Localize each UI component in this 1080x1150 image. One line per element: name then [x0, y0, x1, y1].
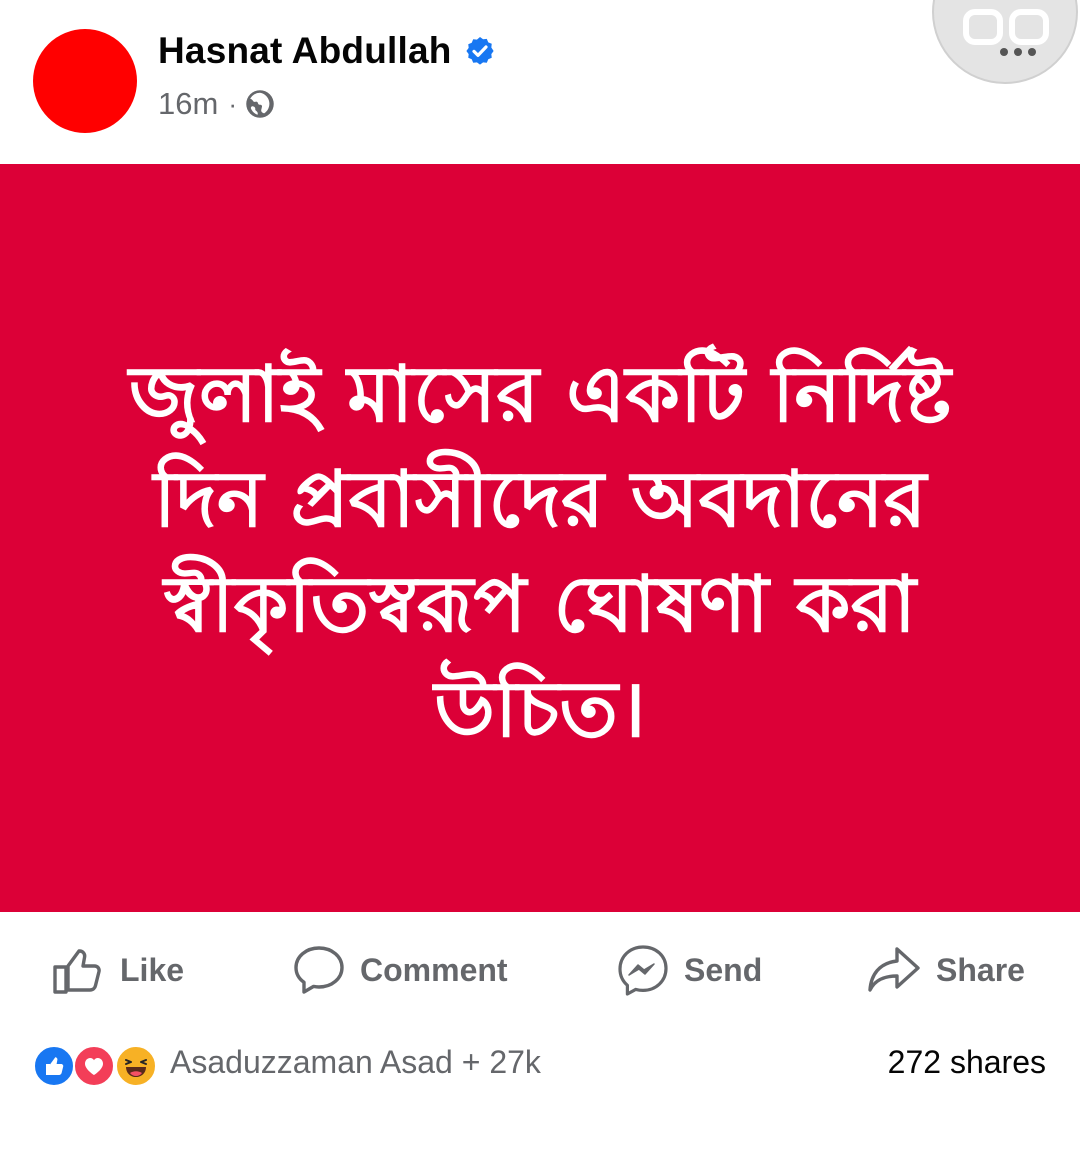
- author-name[interactable]: Hasnat Abdullah: [158, 30, 452, 72]
- post-meta: 16m ·: [158, 82, 275, 126]
- post-header: Hasnat Abdullah 16m ·: [0, 0, 1080, 164]
- send-button[interactable]: Send: [616, 930, 762, 1010]
- post-stats: Asaduzzaman Asad + 27k 272 shares: [0, 1036, 1080, 1096]
- haha-reaction-icon: [115, 1045, 157, 1087]
- post-text-line: উচিত।: [434, 665, 646, 755]
- action-bar: Like Comment Send Share: [0, 930, 1080, 1010]
- comment-label: Comment: [360, 951, 508, 988]
- messenger-icon: [618, 945, 668, 996]
- like-button[interactable]: Like: [52, 930, 184, 1010]
- reaction-icons[interactable]: [33, 1045, 163, 1087]
- post-text-line: জুলাই মাসের একটি নির্দিষ্ট: [129, 350, 951, 440]
- shares-count[interactable]: 272 shares: [888, 1044, 1046, 1081]
- post-time[interactable]: 16m: [158, 86, 218, 122]
- like-reaction-icon: [33, 1045, 75, 1087]
- post-image-text: জুলাই মাসের একটি নির্দিষ্ট দিন প্রবাসীদে…: [100, 343, 980, 763]
- share-label: Share: [936, 951, 1025, 988]
- more-options-button[interactable]: [932, 0, 1078, 84]
- author-avatar[interactable]: [33, 29, 137, 133]
- post-text-line: দিন প্রবাসীদের অবদানের: [153, 455, 927, 545]
- send-label: Send: [684, 951, 763, 988]
- meta-separator: ·: [228, 88, 237, 119]
- author-row: Hasnat Abdullah: [158, 26, 496, 76]
- share-button[interactable]: Share: [866, 930, 1025, 1010]
- reactors-text[interactable]: Asaduzzaman Asad + 27k: [170, 1044, 541, 1081]
- post-image[interactable]: জুলাই মাসের একটি নির্দিষ্ট দিন প্রবাসীদে…: [0, 164, 1080, 912]
- verified-badge-icon: [465, 37, 494, 65]
- love-reaction-icon: [73, 1045, 115, 1087]
- comment-icon: [294, 946, 344, 994]
- more-options-icon: [963, 9, 1049, 56]
- comment-button[interactable]: Comment: [292, 930, 508, 1010]
- like-label: Like: [120, 951, 185, 988]
- globe-icon[interactable]: [245, 89, 275, 119]
- thumbs-up-icon: [53, 949, 101, 994]
- share-arrow-icon: [868, 947, 920, 992]
- post-text-line: স্বীকৃতিস্বরূপ ঘোষণা করা: [163, 560, 917, 650]
